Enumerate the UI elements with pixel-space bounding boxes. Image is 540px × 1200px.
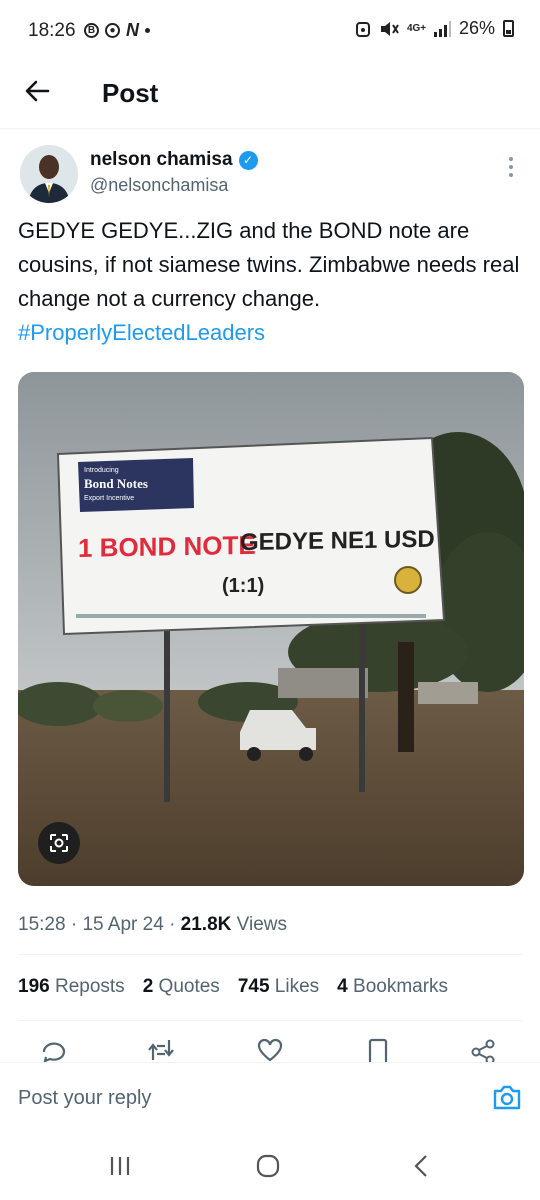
- share-icon: [471, 1039, 495, 1065]
- system-nav-bar: [0, 1128, 540, 1200]
- page-title: Post: [102, 78, 159, 108]
- author-name[interactable]: nelson chamisa ✓: [90, 149, 258, 171]
- post-time: 15:28: [18, 914, 66, 935]
- billboard-badge: Bond Notes: [84, 476, 148, 491]
- google-lens-button[interactable]: [38, 822, 80, 864]
- recent-apps-icon: [110, 1157, 130, 1175]
- camera-button[interactable]: [492, 1083, 522, 1111]
- recent-apps-button[interactable]: [106, 1152, 138, 1180]
- post-text: GEDYE GEDYE...ZIG and the BOND note are …: [18, 214, 528, 350]
- post-header: Post: [0, 64, 540, 129]
- bookmark-button[interactable]: [366, 1038, 394, 1062]
- bookmark-icon: [368, 1038, 388, 1062]
- repost-button[interactable]: [146, 1038, 174, 1062]
- post-meta: 15:28 · 15 Apr 24 · 21.8K Views: [18, 914, 287, 935]
- battery-icon: [503, 20, 514, 37]
- more-dot-icon: [509, 157, 513, 161]
- camera-icon: [493, 1085, 521, 1110]
- status-time: 18:26: [28, 20, 76, 41]
- author-row: nelson chamisa ✓ @nelsonchamisa: [20, 145, 520, 205]
- heart-icon: [257, 1038, 283, 1062]
- back-chevron-icon: [414, 1155, 427, 1177]
- engagement-stats: 196 Reposts 2 Quotes 745 Likes 4 Bookmar…: [18, 976, 448, 998]
- back-arrow-icon: [25, 80, 50, 102]
- back-nav-button[interactable]: [408, 1152, 440, 1180]
- hashtag-link[interactable]: #ProperlyElectedLeaders: [18, 316, 528, 350]
- signal-icon: [433, 20, 451, 37]
- divider: [18, 1020, 522, 1021]
- reply-composer[interactable]: Post your reply: [0, 1062, 540, 1129]
- mute-icon: [380, 21, 399, 36]
- avatar[interactable]: [20, 145, 78, 203]
- billboard-ratio: (1:1): [222, 575, 264, 597]
- reposts-stat[interactable]: 196 Reposts: [18, 976, 125, 998]
- n-notification-icon: N: [126, 20, 139, 40]
- more-dot-icon: [509, 165, 513, 169]
- share-button[interactable]: [470, 1038, 498, 1065]
- repost-icon: [148, 1040, 174, 1060]
- views-count: 21.8K: [180, 914, 232, 935]
- alarm-icon: [355, 21, 370, 37]
- b-notification-icon: B: [84, 23, 99, 38]
- post-date: 15 Apr 24: [82, 914, 164, 935]
- divider: [18, 954, 522, 955]
- reply-button[interactable]: [40, 1038, 68, 1063]
- post-body: GEDYE GEDYE...ZIG and the BOND note are …: [18, 218, 520, 311]
- likes-stat[interactable]: 745 Likes: [238, 976, 319, 998]
- lens-icon: [50, 834, 68, 852]
- billboard-kicker: Introducing: [84, 467, 119, 474]
- more-notifications-dot-icon: [145, 28, 150, 33]
- author-name-text: nelson chamisa: [90, 149, 233, 170]
- network-type: 4G+: [406, 22, 427, 34]
- battery-percent: 26%: [458, 18, 495, 38]
- home-button[interactable]: [254, 1152, 286, 1180]
- reply-icon: [42, 1042, 66, 1063]
- more-options-button[interactable]: [502, 157, 520, 177]
- action-bar: [18, 1034, 522, 1065]
- like-button[interactable]: [256, 1038, 284, 1062]
- back-button[interactable]: [22, 76, 58, 112]
- status-bar: 18:26 B ● N 4G+ 26%: [0, 0, 540, 64]
- quotes-stat[interactable]: 2 Quotes: [143, 976, 220, 998]
- billboard-headline-red: 1 BOND NOTE: [78, 530, 256, 563]
- more-dot-icon: [509, 173, 513, 177]
- home-icon: [256, 1154, 280, 1178]
- reply-input[interactable]: Post your reply: [18, 1087, 151, 1110]
- billboard-headline-black: GEDYE NE1 USD: [240, 526, 435, 556]
- soccer-notification-icon: ●: [105, 23, 120, 38]
- author-handle[interactable]: @nelsonchamisa: [90, 175, 228, 196]
- bookmarks-stat[interactable]: 4 Bookmarks: [337, 976, 448, 998]
- verified-badge-icon: ✓: [238, 150, 258, 170]
- billboard-badge-sub: Export Incentive: [84, 495, 134, 502]
- views-label: Views: [236, 914, 287, 935]
- post-media-image[interactable]: Introducing Bond Notes Export Incentive …: [18, 372, 524, 886]
